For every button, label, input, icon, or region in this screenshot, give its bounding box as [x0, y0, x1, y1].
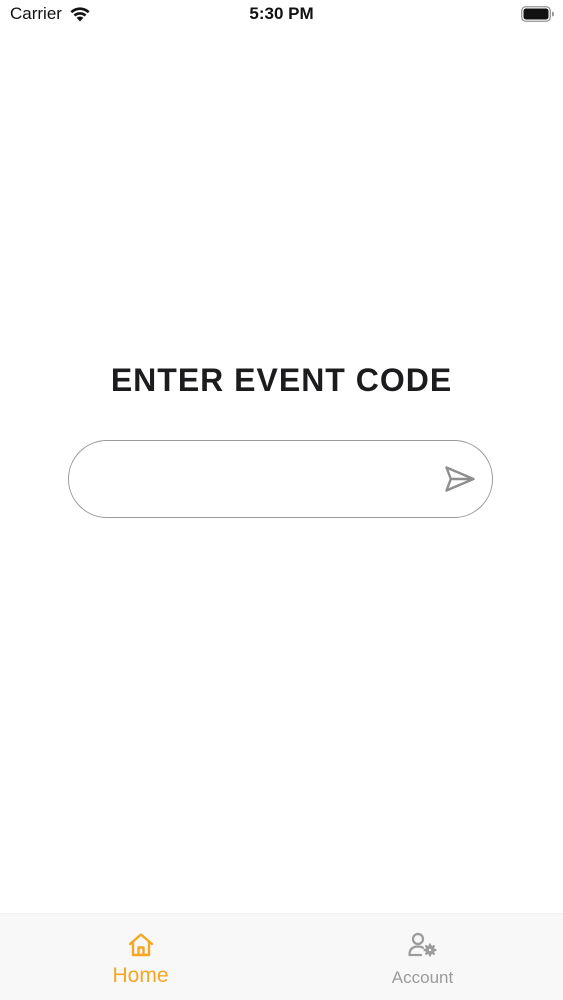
send-button[interactable]	[444, 465, 476, 493]
event-code-input[interactable]	[91, 441, 435, 518]
status-bar: Carrier 5:30 PM	[0, 0, 563, 30]
tab-home[interactable]: Home	[0, 914, 281, 1000]
tab-home-label: Home	[112, 964, 169, 987]
tab-account-label: Account	[391, 968, 454, 987]
page-title: ENTER EVENT CODE	[110, 362, 453, 398]
tab-bar: Home Account	[0, 913, 563, 1000]
tab-account[interactable]: Account	[282, 914, 563, 1000]
battery-icon	[521, 6, 555, 22]
home-icon	[127, 932, 155, 958]
event-code-field[interactable]	[68, 440, 493, 518]
send-icon	[444, 465, 476, 493]
user-settings-icon	[407, 932, 438, 958]
status-time: 5:30 PM	[249, 4, 314, 23]
